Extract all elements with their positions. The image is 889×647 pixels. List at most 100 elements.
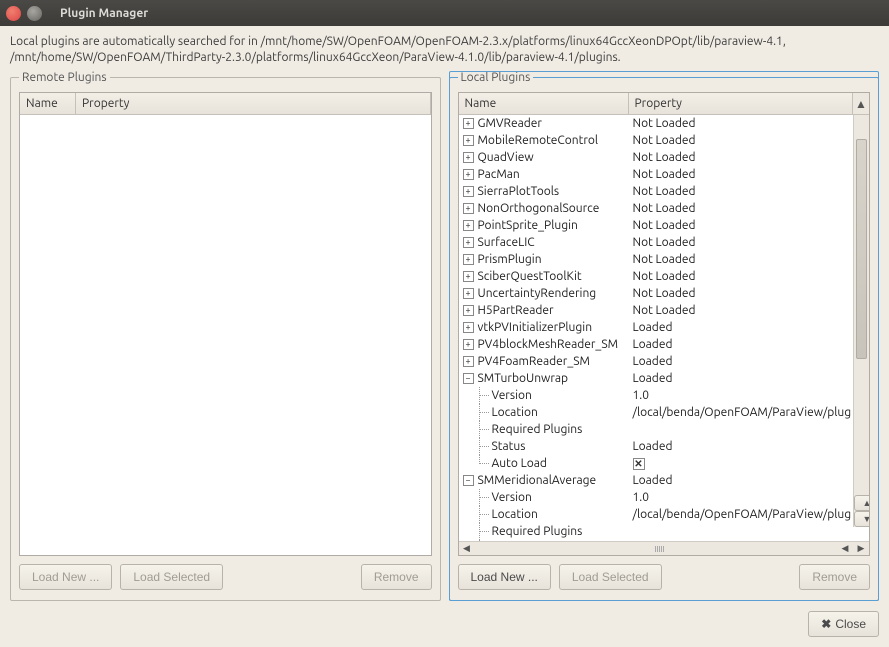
plugin-property-row[interactable]: Required Plugins — [459, 523, 854, 540]
remote-load-new-button[interactable]: Load New ... — [19, 564, 112, 590]
expand-icon[interactable]: + — [463, 305, 474, 316]
plugin-row[interactable]: +GMVReaderNot Loaded — [459, 115, 854, 132]
column-property[interactable]: Property — [76, 93, 431, 114]
plugin-row[interactable]: +PV4FoamReader_SMLoaded — [459, 353, 854, 370]
scroll-left2-button[interactable]: ◀ — [837, 543, 853, 554]
column-property[interactable]: Property — [629, 93, 854, 114]
remote-tree-header: Name Property — [20, 93, 431, 115]
plugin-row[interactable]: +H5PartReaderNot Loaded — [459, 302, 854, 319]
expand-icon[interactable]: + — [463, 152, 474, 163]
scroll-up-button[interactable]: ▲ — [854, 495, 869, 511]
tree-cell-name: Location — [459, 506, 629, 523]
tree-cell-property: Loaded — [629, 540, 854, 541]
plugin-row[interactable]: +SierraPlotToolsNot Loaded — [459, 183, 854, 200]
expand-icon[interactable]: + — [463, 271, 474, 282]
plugin-row[interactable]: −SMMeridionalAverageLoaded — [459, 472, 854, 489]
expand-icon[interactable]: + — [463, 169, 474, 180]
plugin-row[interactable]: +vtkPVInitializerPluginLoaded — [459, 319, 854, 336]
tree-cell-name: + QuadView — [459, 149, 629, 166]
vertical-scrollbar[interactable]: ▲ ▼ — [853, 115, 869, 527]
local-plugin-tree[interactable]: Name Property ▲ + GMVReader Not Loaded +Mob… — [458, 92, 871, 556]
scroll-left-button[interactable]: ◀ — [459, 543, 475, 554]
expand-icon[interactable]: + — [463, 322, 474, 333]
plugin-name: PointSprite_Plugin — [478, 217, 578, 234]
expand-icon[interactable]: + — [463, 186, 474, 197]
expand-icon[interactable]: + — [463, 203, 474, 214]
plugin-row[interactable]: + PointSprite_Plugin Not Loaded — [459, 217, 854, 234]
scrollbar-thumb[interactable] — [856, 139, 867, 359]
property-name: Location — [492, 404, 538, 421]
plugin-row[interactable]: +MobileRemoteControlNot Loaded — [459, 132, 854, 149]
plugin-name: QuadView — [478, 149, 534, 166]
scroll-down-button[interactable]: ▼ — [854, 511, 869, 527]
plugin-property-row[interactable]: Location/local/benda/OpenFOAM/ParaView/p… — [459, 404, 854, 421]
local-load-selected-button[interactable]: Load Selected — [559, 564, 662, 590]
remote-remove-button[interactable]: Remove — [361, 564, 432, 590]
plugin-row[interactable]: +QuadViewNot Loaded — [459, 149, 854, 166]
plugin-property-row[interactable]: Required Plugins — [459, 421, 854, 438]
close-button[interactable]: ✖ Close — [808, 611, 879, 637]
plugin-name: SurfaceLIC — [478, 234, 535, 251]
tree-cell-property: Not Loaded — [629, 302, 854, 319]
expand-icon[interactable]: + — [463, 135, 474, 146]
plugin-row[interactable]: +PacManNot Loaded — [459, 166, 854, 183]
tree-cell-name: Version — [459, 489, 629, 506]
tree-cell-property: Loaded — [629, 336, 854, 353]
scroll-right-button[interactable]: ▶ — [853, 543, 869, 554]
plugin-row[interactable]: +SciberQuestToolKitNot Loaded — [459, 268, 854, 285]
tree-cell-name: +NonOrthogonalSource — [459, 200, 629, 217]
tree-cell-name: +SciberQuestToolKit — [459, 268, 629, 285]
local-remove-button[interactable]: Remove — [799, 564, 870, 590]
plugin-row[interactable]: +NonOrthogonalSourceNot Loaded — [459, 200, 854, 217]
plugin-row[interactable]: +UncertaintyRenderingNot Loaded — [459, 285, 854, 302]
expand-icon[interactable]: + — [463, 118, 474, 129]
plugin-property-row[interactable]: Auto Load✕ — [459, 455, 854, 472]
expand-icon[interactable]: + — [463, 288, 474, 299]
collapse-icon[interactable]: − — [463, 373, 474, 384]
tree-cell-property: Not Loaded — [629, 251, 854, 268]
expand-icon[interactable]: + — [463, 237, 474, 248]
autoload-checkbox[interactable]: ✕ — [633, 458, 645, 470]
plugin-property-row[interactable]: Version1.0 — [459, 489, 854, 506]
local-tree-header: Name Property ▲ — [459, 93, 870, 115]
tree-cell-property: Not Loaded — [629, 217, 854, 234]
plugin-property-row[interactable]: Version1.0 — [459, 387, 854, 404]
tree-cell-property — [629, 523, 854, 540]
tree-cell-name: +PV4FoamReader_SM — [459, 353, 629, 370]
window-minimize-icon[interactable] — [27, 6, 42, 21]
plugin-row[interactable]: +SurfaceLICNot Loaded — [459, 234, 854, 251]
tree-cell-name: Required Plugins — [459, 523, 629, 540]
local-load-new-button[interactable]: Load New ... — [458, 564, 551, 590]
window-close-icon[interactable] — [6, 6, 21, 21]
local-tree-body[interactable]: + GMVReader Not Loaded +MobileRemoteControl… — [459, 115, 854, 541]
tree-cell-name: Status — [459, 540, 629, 541]
plugin-property-row[interactable]: StatusLoaded — [459, 540, 854, 541]
expand-icon[interactable]: + — [463, 254, 474, 265]
collapse-icon[interactable]: − — [463, 475, 474, 486]
remote-load-selected-button[interactable]: Load Selected — [120, 564, 223, 590]
plugin-row[interactable]: −SMTurboUnwrapLoaded — [459, 370, 854, 387]
column-name[interactable]: Name — [20, 93, 76, 114]
local-plugins-group: Local Plugins Name Property ▲ +GMVReader… — [449, 71, 880, 601]
expand-icon[interactable]: + — [463, 339, 474, 350]
plugin-name: GMVReader — [478, 115, 542, 132]
remote-plugin-tree[interactable]: Name Property — [19, 92, 432, 556]
plugin-name: SierraPlotTools — [478, 183, 560, 200]
tree-cell-property: Loaded — [629, 370, 854, 387]
plugin-property-row[interactable]: Location/local/benda/OpenFOAM/ParaView/p… — [459, 506, 854, 523]
scroll-up-icon[interactable]: ▲ — [853, 93, 869, 114]
tree-cell-name: Status — [459, 438, 629, 455]
expand-icon[interactable]: + — [463, 220, 474, 231]
tree-cell-name: + SierraPlotTools — [459, 183, 629, 200]
tree-cell-name: + PointSprite_Plugin — [459, 217, 629, 234]
plugin-property-row[interactable]: StatusLoaded — [459, 438, 854, 455]
tree-cell-property: Not Loaded — [629, 285, 854, 302]
plugin-row[interactable]: +PrismPluginNot Loaded — [459, 251, 854, 268]
plugin-row[interactable]: +PV4blockMeshReader_SMLoaded — [459, 336, 854, 353]
column-name[interactable]: Name — [459, 93, 629, 114]
property-name: Required Plugins — [492, 523, 583, 540]
horizontal-scrollbar[interactable]: ◀ ◀ ▶ — [459, 541, 870, 555]
property-name: Version — [492, 489, 532, 506]
tree-branch-icon — [474, 523, 492, 540]
expand-icon[interactable]: + — [463, 356, 474, 367]
